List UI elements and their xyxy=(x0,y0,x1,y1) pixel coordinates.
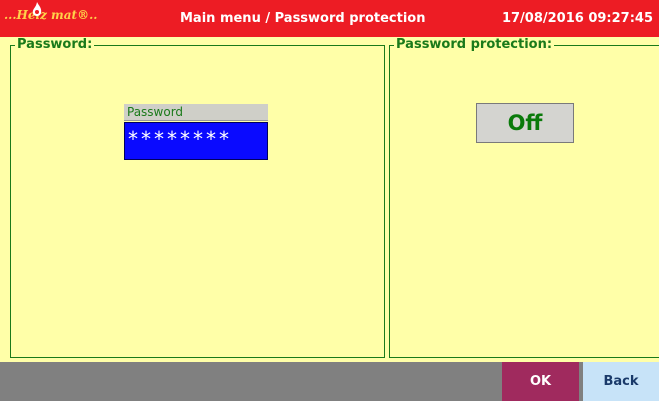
page-title: Main menu / Password protection xyxy=(180,11,426,26)
ok-button[interactable]: OK xyxy=(502,362,579,401)
password-panel-title: Password: xyxy=(15,37,95,52)
main-area: Password: Password ******** Password pro… xyxy=(0,37,659,362)
footer-bar: OK Back xyxy=(0,362,659,401)
heizomat-logo: ...Heiz mat®.. xyxy=(4,2,97,32)
password-protection-panel: Password protection: xyxy=(389,37,659,358)
password-input[interactable]: ******** xyxy=(124,122,268,160)
logo-text: ...Heiz mat®.. xyxy=(4,8,98,22)
title-bar: ...Heiz mat®.. Main menu / Password prot… xyxy=(0,0,659,37)
password-field-label: Password xyxy=(124,104,268,121)
password-panel: Password: xyxy=(10,37,385,358)
protection-toggle-button[interactable]: Off xyxy=(476,103,574,143)
back-button[interactable]: Back xyxy=(583,362,659,401)
datetime-display: 17/08/2016 09:27:45 xyxy=(501,11,653,26)
flame-icon xyxy=(32,2,42,16)
password-protection-panel-title: Password protection: xyxy=(394,37,555,52)
